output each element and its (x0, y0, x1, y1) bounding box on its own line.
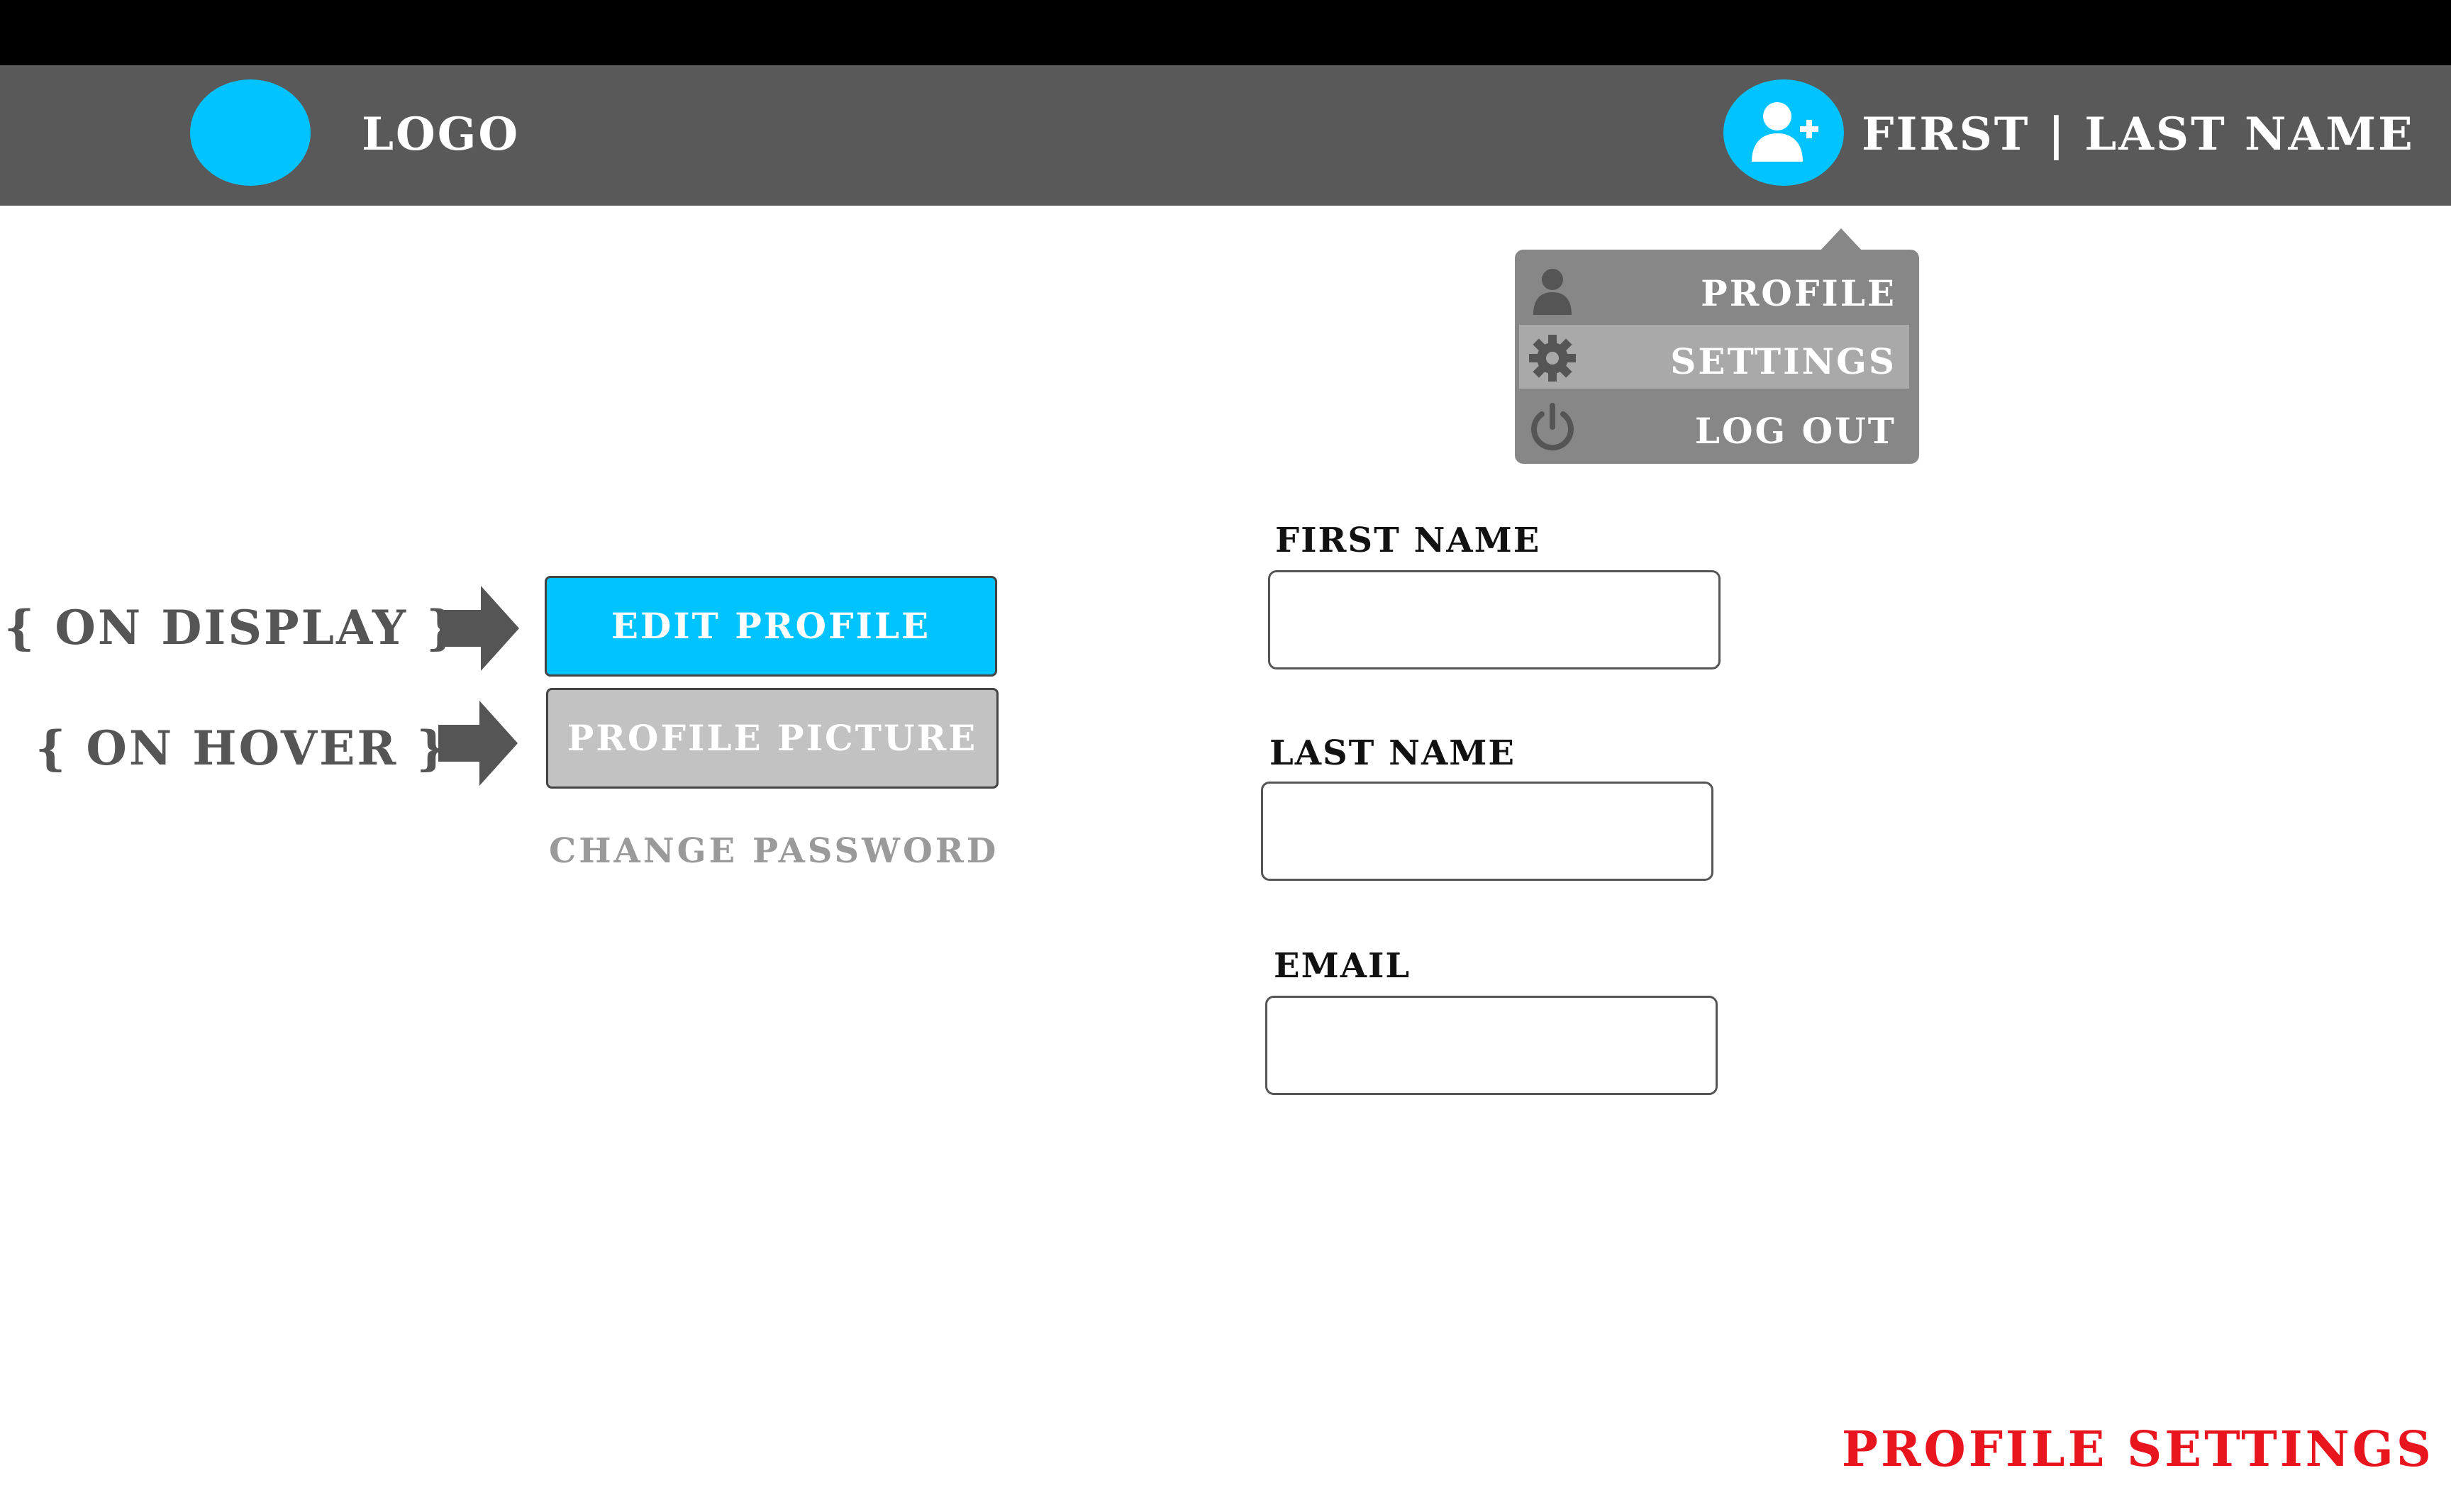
add-user-icon (1752, 102, 1818, 162)
last-name-label: LAST NAME (1269, 733, 1516, 773)
app-header: LOGO FIRST | LAST NAME (0, 65, 2451, 206)
first-name-field[interactable] (1268, 570, 1721, 669)
user-icon (1533, 269, 1572, 315)
email-label: EMAIL (1274, 946, 1411, 986)
arrow-right-icon (438, 701, 518, 786)
last-name-field[interactable] (1261, 782, 1713, 881)
page: LOGO FIRST | LAST NAME PROFILE SETTINGS … (0, 0, 2451, 1512)
power-icon (1531, 403, 1574, 451)
email-field[interactable] (1265, 996, 1718, 1095)
gear-icon (1529, 335, 1576, 382)
menu-item-profile[interactable]: PROFILE (1519, 257, 1909, 321)
on-hover-label: { ON HOVER } (35, 721, 449, 776)
logo-placeholder[interactable] (190, 79, 311, 186)
user-dropdown-menu: PROFILE SETTINGS LOG OUT (1515, 250, 1919, 464)
logo-text[interactable]: LOGO (362, 108, 520, 161)
dropdown-caret (1820, 228, 1862, 251)
page-title: PROFILE SETTINGS (1841, 1421, 2434, 1478)
on-display-label: { ON DISPLAY } (4, 600, 459, 655)
menu-item-log-out[interactable]: LOG OUT (1519, 394, 1909, 458)
edit-profile-button[interactable]: EDIT PROFILE (545, 576, 997, 677)
arrow-right-icon (440, 586, 519, 671)
menu-item-label: PROFILE (1701, 272, 1896, 314)
user-name-menu-trigger[interactable]: FIRST | LAST NAME (1862, 108, 2415, 161)
menu-item-settings[interactable]: SETTINGS (1519, 325, 1909, 389)
change-password-link[interactable]: CHANGE PASSWORD (549, 831, 999, 871)
menu-item-label: SETTINGS (1670, 340, 1896, 382)
profile-picture-button[interactable]: PROFILE PICTURE (546, 688, 999, 789)
menu-item-label: LOG OUT (1694, 410, 1896, 452)
first-name-label: FIRST NAME (1275, 521, 1541, 560)
user-avatar-button[interactable] (1723, 79, 1844, 186)
top-black-bar (0, 0, 2451, 65)
